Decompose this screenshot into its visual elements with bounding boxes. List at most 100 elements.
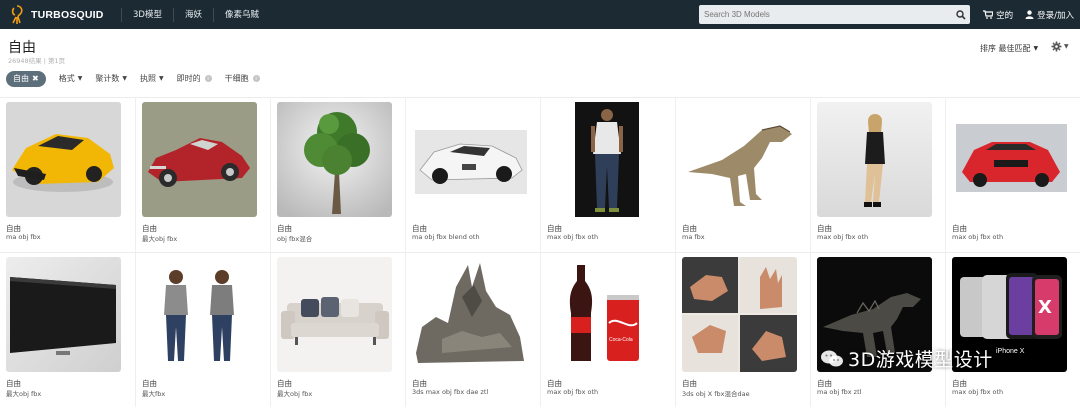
chevron-down-icon: ▼ (1064, 43, 1069, 50)
product-formats: max obj fbx oth (547, 388, 599, 396)
close-icon[interactable]: ✖ (32, 74, 39, 83)
product-card[interactable]: Coca-Cola 自由 max obj fbx oth (540, 252, 675, 407)
iphone-label: iPhone X (996, 348, 1025, 355)
product-thumbnail[interactable] (412, 257, 527, 372)
product-formats: ma obj fbx (6, 233, 41, 241)
active-filter-chip[interactable]: 自由 ✖ (6, 70, 46, 87)
product-card[interactable]: X iPhone X 自由 max obj fbx oth (945, 252, 1080, 407)
two-men-image (142, 257, 257, 372)
product-thumbnail[interactable] (817, 102, 932, 217)
red-vintage-car-image (142, 102, 257, 217)
chevron-down-icon: ▼ (158, 75, 164, 82)
info-icon[interactable]: i (252, 75, 260, 82)
t-rex-image (682, 102, 797, 217)
product-thumbnail[interactable] (952, 102, 1067, 217)
product-card[interactable]: 自由 obj fbx混合 (270, 97, 405, 252)
product-card[interactable]: 自由 3ds max obj fbx dae ztl (405, 252, 540, 407)
filter-label: 格式 (58, 74, 75, 83)
product-thumbnail[interactable] (6, 102, 121, 217)
product-card[interactable]: 自由 max obj fbx oth (810, 97, 945, 252)
cart-button[interactable]: 空的 (983, 9, 1013, 21)
chip-label: 自由 (13, 74, 29, 83)
filter-stem-cell[interactable]: 干细胞 i (225, 73, 260, 84)
product-card[interactable]: 自由 max obj fbx oth (945, 97, 1080, 252)
watermark: 3D游戏模型设计 (820, 345, 993, 372)
product-thumbnail[interactable] (277, 257, 392, 372)
product-thumbnail[interactable] (142, 257, 257, 372)
yellow-sports-car-image (6, 102, 121, 217)
product-thumbnail[interactable] (682, 102, 797, 217)
sort-label: 排序 最佳匹配 (980, 44, 1031, 53)
product-formats: ma obj fbx ztl (817, 388, 862, 396)
logo-text: TURBOSQUID (31, 8, 104, 21)
search-button[interactable] (952, 5, 970, 24)
nav-link-pixel-squid[interactable]: 像素乌贼 (212, 7, 270, 22)
sort-dropdown[interactable]: 排序 最佳匹配 ▼ (980, 43, 1038, 54)
product-thumbnail[interactable] (547, 102, 662, 217)
info-icon[interactable]: i (204, 75, 212, 82)
sitting-woman-image (817, 102, 932, 217)
product-formats: max obj fbx oth (547, 233, 599, 241)
chevron-down-icon: ▼ (122, 75, 127, 82)
squid-logo-icon (11, 4, 23, 24)
product-card[interactable]: 自由 最大obj fbx (270, 252, 405, 407)
product-formats: 3ds max obj fbx dae ztl (412, 388, 489, 396)
product-formats: 最大obj fbx (142, 235, 178, 243)
user-icon (1025, 10, 1034, 19)
search-box (699, 5, 970, 24)
product-formats: max obj fbx oth (952, 388, 1004, 396)
top-nav: TURBOSQUID 3D模型 海妖 像素乌贼 空的 登录/加入 (0, 0, 1080, 29)
product-formats: 最大obj fbx (6, 390, 42, 398)
filter-label: 即时的 (176, 74, 201, 83)
tree-image (277, 102, 392, 217)
product-thumbnail[interactable] (277, 102, 392, 217)
filter-label: 执照 (139, 74, 156, 83)
filter-bar: 自由 ✖ 格式 ▼ 聚计数 ▼ 执照 ▼ 即时的 i 干细胞 i (6, 70, 260, 87)
filter-label: 干细胞 (224, 74, 249, 83)
product-formats: ma obj fbx blend oth (412, 233, 480, 241)
product-card[interactable]: 自由 ma obj fbx (0, 97, 135, 252)
product-thumbnail[interactable] (412, 102, 527, 217)
product-thumbnail[interactable] (142, 102, 257, 217)
svg-text:X: X (1038, 297, 1052, 318)
product-card[interactable]: 自由 ma fbx (675, 97, 810, 252)
product-formats: obj fbx混合 (277, 235, 313, 243)
standing-man-image (547, 102, 662, 217)
product-card[interactable]: 自由 ma obj fbx ztl (810, 252, 945, 407)
product-formats: 最大fbx (142, 390, 166, 398)
product-card[interactable]: 自由 3ds obj X fbx混合dae (675, 252, 810, 407)
rock-tree-image (412, 257, 527, 372)
product-thumbnail[interactable] (6, 257, 121, 372)
product-card[interactable]: 自由 ma obj fbx blend oth (405, 97, 540, 252)
search-icon (956, 9, 966, 20)
filter-format[interactable]: 格式 ▼ (59, 73, 83, 84)
product-thumbnail[interactable]: Coca-Cola (547, 257, 662, 372)
account-button[interactable]: 登录/加入 (1025, 9, 1074, 21)
search-input[interactable] (699, 5, 952, 24)
logo[interactable]: TURBOSQUID (8, 4, 113, 25)
product-formats: max obj fbx oth (952, 233, 1004, 241)
product-formats: 最大obj fbx (277, 390, 313, 398)
white-sports-car-image (412, 102, 527, 217)
hands-image (682, 257, 797, 372)
filter-license[interactable]: 执照 ▼ (140, 73, 164, 84)
product-formats: max obj fbx oth (817, 233, 869, 241)
nav-link-3d-models[interactable]: 3D模型 (121, 7, 173, 22)
filter-label: 聚计数 (95, 74, 120, 83)
filter-instant[interactable]: 即时的 i (177, 73, 212, 84)
product-card[interactable]: 自由 最大obj fbx (0, 252, 135, 407)
product-card[interactable]: 自由 最大obj fbx (135, 97, 270, 252)
cart-icon (983, 10, 994, 19)
settings-dropdown[interactable]: ▼ (1051, 41, 1069, 52)
chevron-down-icon: ▼ (77, 75, 83, 82)
product-card[interactable]: 自由 最大fbx (135, 252, 270, 407)
gear-icon (1051, 41, 1062, 52)
coca-cola-image: Coca-Cola (547, 257, 662, 372)
product-thumbnail[interactable] (682, 257, 797, 372)
coca-cola-label: Coca-Cola (609, 337, 633, 343)
filter-poly-count[interactable]: 聚计数 ▼ (95, 73, 127, 84)
product-formats: 3ds obj X fbx混合dae (682, 390, 750, 398)
red-muscle-car-image (952, 102, 1067, 217)
product-card[interactable]: 自由 max obj fbx oth (540, 97, 675, 252)
nav-link-siren[interactable]: 海妖 (172, 7, 213, 22)
